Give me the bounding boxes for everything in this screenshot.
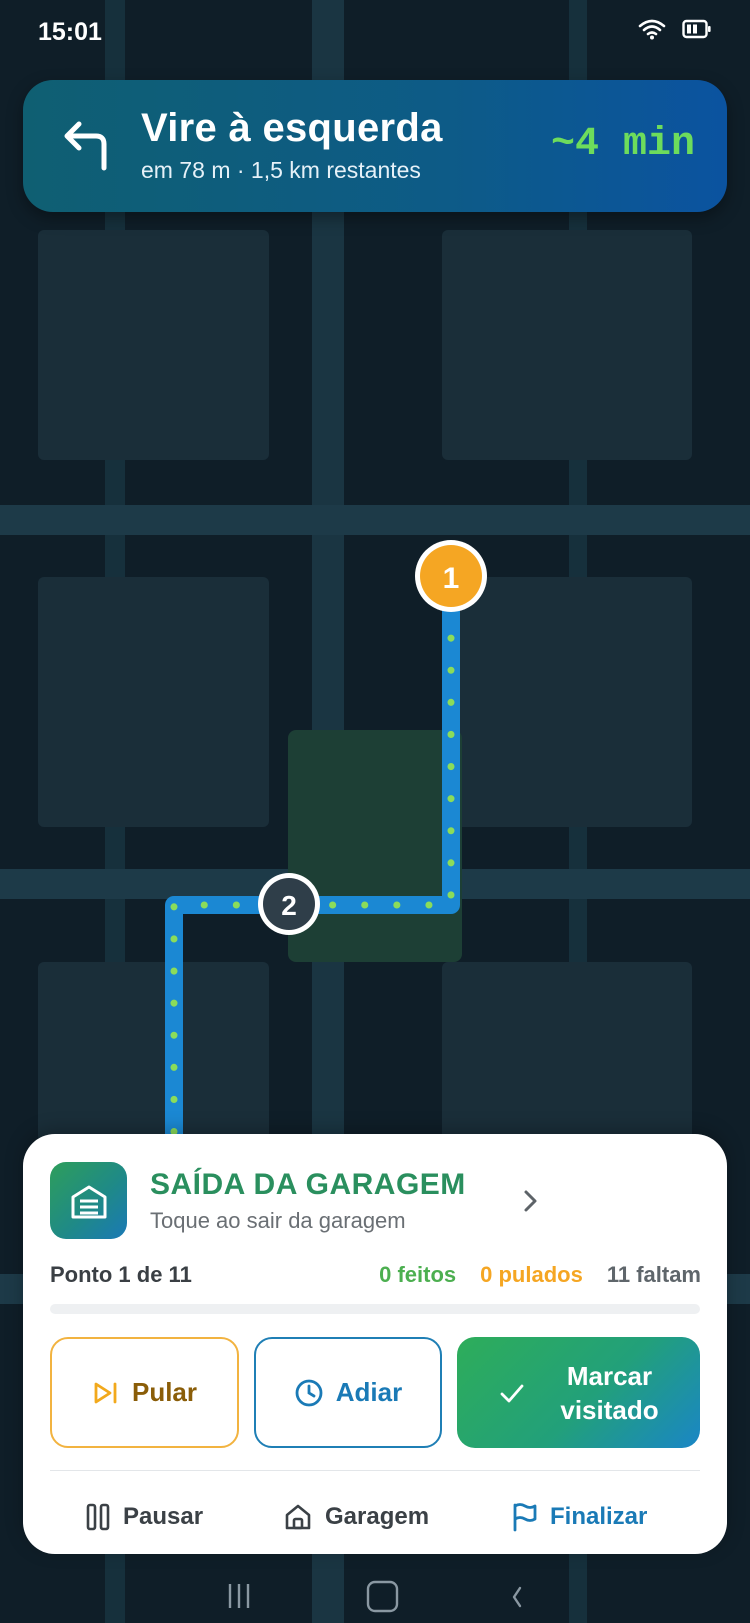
clock-icon [295,1379,323,1406]
stat-skipped: 0 pulados [480,1262,583,1287]
skip-button-label: Pular [131,1377,198,1407]
finish-button-label: Finalizar [550,1503,648,1530]
postpone-button-label: Adiar [335,1377,403,1407]
stop-card: SAÍDA DA GARAGEM Toque ao sair da garage… [23,1134,727,1554]
stat-remaining: 11 faltam [606,1262,701,1287]
progress-stats: 0 feitos 0 pulados 11 faltam [379,1262,701,1288]
back-nav-icon[interactable] [512,1586,522,1608]
skip-button[interactable]: Pular [50,1337,239,1448]
map-block [38,230,269,460]
stat-done: 0 feitos [379,1262,457,1287]
map-block [442,230,692,460]
skip-forward-icon [94,1382,117,1403]
map-road [0,505,750,535]
recent-apps-icon[interactable] [228,1584,250,1608]
home-nav-icon[interactable] [366,1580,399,1613]
turn-instruction: Vire à esquerda [141,106,443,150]
garage-icon [50,1162,127,1239]
mark-visited-label-line1: Marcar [566,1360,653,1391]
turn-detail: em 78 m · 1,5 km restantes [141,157,421,183]
stop-marker-2[interactable]: 2 [258,873,320,935]
map-block [38,962,269,1142]
garage-button[interactable]: Garagem [283,1490,429,1544]
navigation-banner[interactable]: Vire à esquerda em 78 m · 1,5 km restant… [23,80,727,212]
garage-button-label: Garagem [325,1503,430,1530]
turn-left-arrow-icon [64,121,107,171]
progress-bar [50,1304,700,1314]
pause-button-label: Pausar [123,1503,204,1530]
eta-label: ~4 min [550,122,695,167]
chevron-right-icon[interactable] [515,1186,545,1216]
map-block [442,962,692,1142]
map-block [442,577,692,827]
status-bar: 15:01 [0,0,750,66]
mark-visited-label: Marcar visitado [560,1359,658,1427]
postpone-button[interactable]: Adiar [254,1337,442,1448]
progress-label: Ponto 1 de 11 [50,1262,192,1287]
finish-button[interactable]: Finalizar [510,1490,647,1544]
stop-title[interactable]: SAÍDA DA GARAGEM [150,1168,466,1202]
pause-icon [86,1503,110,1531]
flag-icon [513,1503,537,1532]
battery-icon [682,18,712,45]
system-navigation-bar [0,1570,750,1623]
map-park [288,730,462,962]
home-icon [285,1504,311,1530]
wifi-icon [638,18,666,45]
mark-visited-button[interactable]: Marcar visitado [457,1337,700,1448]
status-time: 15:01 [38,18,102,46]
stop-marker-1[interactable]: 1 [415,540,487,612]
stop-marker-label: 2 [281,890,297,921]
divider [50,1470,700,1471]
map-block [38,577,269,827]
status-icons [638,18,712,45]
pause-button[interactable]: Pausar [85,1490,203,1544]
stop-marker-label: 1 [443,562,460,595]
stop-subtitle: Toque ao sair da garagem [150,1208,406,1233]
mark-visited-label-line2: visitado [560,1394,659,1425]
check-icon [500,1384,524,1402]
